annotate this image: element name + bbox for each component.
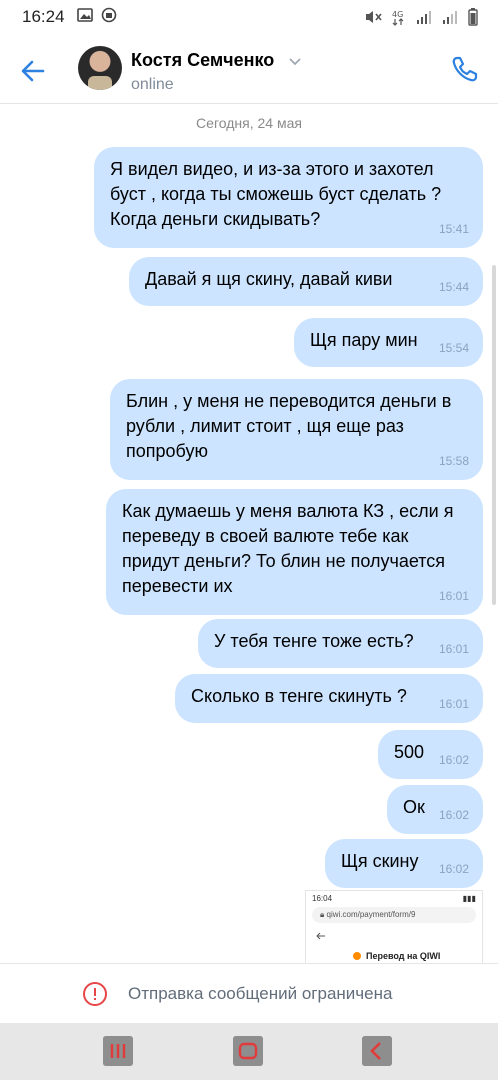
home-button[interactable] [233, 1036, 263, 1066]
status-bar: 16:24 4G [0, 0, 498, 34]
attachment-status-bar: 16:04 ▮▮▮ [306, 891, 482, 905]
gallery-icon [76, 7, 93, 27]
scrollbar[interactable] [492, 265, 496, 605]
svg-text:4G: 4G [392, 10, 403, 19]
battery-icon [468, 8, 478, 31]
network-4g-icon: 4G [392, 8, 406, 31]
warning-icon [82, 981, 108, 1007]
message-text: Ок [403, 797, 425, 817]
back-arrow-icon[interactable] [18, 56, 48, 86]
attachment-time: 16:04 [312, 894, 333, 903]
attachment-back-icon [316, 931, 326, 941]
message-time: 16:01 [438, 589, 469, 603]
message-bubble[interactable]: Я видел видео, и из-за этого и захотел б… [94, 147, 483, 248]
contact-name[interactable]: Костя Семченко [131, 50, 274, 71]
message-text: Давай я щя скину, давай киви [145, 269, 393, 289]
signal-icon [416, 9, 432, 30]
restricted-text: Отправка сообщений ограничена [128, 984, 393, 1003]
message-bubble[interactable]: Щя скину 16:02 [325, 839, 483, 888]
chat-header: Костя Семченко online [0, 36, 498, 104]
message-text: Сколько в тенге скинуть ? [191, 686, 407, 706]
message-time: 16:01 [438, 642, 469, 656]
attachment-url: qiwi.com/payment/form/9 [326, 910, 416, 919]
chevron-down-icon[interactable] [288, 54, 302, 68]
message-bubble[interactable]: У тебя тенге тоже есть? 16:01 [198, 619, 483, 668]
message-time: 16:02 [438, 862, 469, 876]
phone-icon[interactable] [450, 54, 480, 84]
message-time: 15:54 [438, 341, 469, 355]
message-text: 500 [394, 742, 425, 762]
message-text: Как думаешь у меня валюта КЗ , если я пе… [122, 501, 454, 596]
attachment-title: Перевод на QIWI [366, 951, 441, 961]
message-text: Щя пару мин [310, 330, 418, 350]
avatar[interactable] [78, 46, 122, 90]
chat-area[interactable]: Сегодня, 24 мая Я видел видео, и из-за э… [0, 105, 498, 963]
message-text: Блин , у меня не переводится деньги в ру… [126, 391, 452, 461]
lock-icon: 🔒︎ [320, 910, 325, 919]
status-time: 16:24 [22, 7, 65, 26]
message-bubble[interactable]: Как думаешь у меня валюта КЗ , если я пе… [106, 489, 483, 615]
message-text: Я видел видео, и из-за этого и захотел б… [110, 159, 442, 229]
date-separator: Сегодня, 24 мая [196, 115, 302, 131]
qiwi-logo-icon [352, 951, 362, 963]
attachment-url-bar: 🔒︎ qiwi.com/payment/form/9 [312, 907, 476, 923]
message-bubble[interactable]: Щя пару мин 15:54 [294, 318, 483, 367]
contact-status: online [131, 76, 174, 93]
message-bubble[interactable]: Давай я щя скину, давай киви 15:44 [129, 257, 483, 306]
message-time: 15:41 [438, 222, 469, 236]
restricted-notice: Отправка сообщений ограничена [0, 963, 498, 1023]
mute-icon [364, 9, 382, 30]
message-bubble[interactable]: 500 16:02 [378, 730, 483, 779]
message-time: 15:44 [438, 280, 469, 294]
message-text: Щя скину [341, 851, 419, 871]
back-button[interactable] [362, 1036, 392, 1066]
message-time: 16:02 [438, 808, 469, 822]
image-attachment[interactable]: 16:04 ▮▮▮ 🔒︎ qiwi.com/payment/form/9 Пер… [305, 890, 483, 963]
app-notification-icon [101, 7, 117, 28]
message-bubble[interactable]: Блин , у меня не переводится деньги в ру… [110, 379, 483, 480]
message-time: 16:02 [438, 753, 469, 767]
signal-2-icon [442, 9, 458, 30]
message-time: 15:58 [438, 454, 469, 468]
recent-apps-button[interactable] [103, 1036, 133, 1066]
system-nav-bar [0, 1023, 498, 1080]
message-bubble[interactable]: Ок 16:02 [387, 785, 483, 834]
message-bubble[interactable]: Сколько в тенге скинуть ? 16:01 [175, 674, 483, 723]
message-text: У тебя тенге тоже есть? [214, 631, 414, 651]
message-time: 16:01 [438, 697, 469, 711]
attachment-battery-icon: ▮▮▮ [462, 894, 476, 903]
